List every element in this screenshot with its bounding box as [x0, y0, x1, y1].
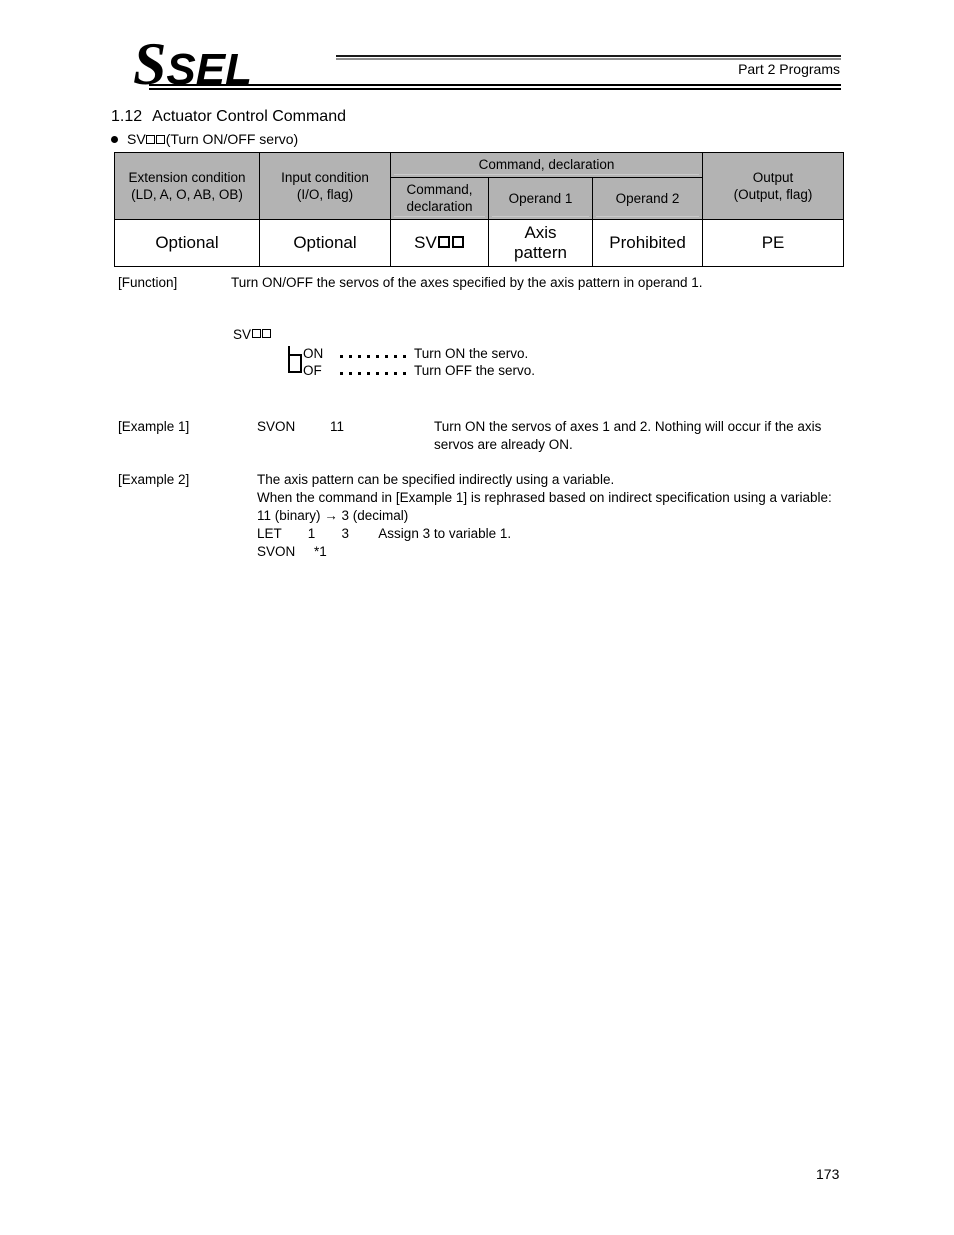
placeholder-box-icon: [451, 236, 464, 248]
header-cell-operand-2: Operand 2: [591, 177, 704, 220]
example2-line-3: 11 (binary) → 3 (decimal): [257, 508, 409, 523]
header-rule-bottom-1: [149, 84, 841, 86]
header-text-line1: Extension condition: [128, 169, 246, 185]
function-description: Turn ON/OFF the servos of the axes speci…: [231, 275, 703, 290]
tree-root-prefix: SV: [233, 327, 252, 342]
header-cell-command-declaration: Command, declaration: [390, 177, 489, 220]
table-header-row-1: Extension condition (LD, A, O, AB, OB) I…: [114, 152, 845, 220]
value-operand1-line2: pattern: [514, 243, 567, 262]
header-text-line1: Command,: [406, 182, 473, 197]
value-cell-output: PE: [702, 219, 845, 267]
tree-option-of: OF: [303, 363, 322, 378]
header-text-line2: (I/O, flag): [296, 186, 354, 202]
tree-vertical-connector: [288, 346, 290, 373]
sv-option-tree-diagram: SV ON OF Turn ON the servo. Turn OFF the…: [233, 327, 653, 389]
tree-dotted-leader-of: [340, 372, 407, 375]
header-text-line2: (Output, flag): [733, 186, 813, 202]
example2-line-2: When the command in [Example 1] is rephr…: [257, 490, 832, 505]
example1-description: Turn ON the servos of axes 1 and 2. Noth…: [434, 419, 822, 452]
command-bullet-line: SV (Turn ON/OFF servo): [111, 131, 298, 147]
header-text-line2: (LD, A, O, AB, OB): [131, 186, 243, 202]
example1-label: [Example 1]: [118, 419, 190, 434]
header-text-line1: Output: [752, 169, 794, 185]
section-number: 1.12: [111, 108, 143, 125]
example2-code-line-2: SVON *1: [257, 544, 327, 559]
placeholder-box-icon: [251, 329, 261, 338]
header-text-line1: Operand 2: [615, 190, 680, 206]
placeholder-box-icon: [437, 236, 450, 248]
header-cell-operand-1: Operand 1: [488, 177, 593, 220]
header-rule-bottom-2: [149, 88, 841, 90]
section-heading: 1.12 Actuator Control Command: [111, 108, 346, 126]
example1-argument: 11: [330, 419, 345, 434]
example2-label: [Example 2]: [118, 472, 190, 487]
tree-description-of: Turn OFF the servo.: [414, 363, 536, 378]
command-spec-table: Extension condition (LD, A, O, AB, OB) I…: [114, 152, 845, 267]
header-group-text: Command, declaration: [478, 157, 615, 172]
page-header: S SEL Part 2 Programs: [0, 0, 954, 100]
header-text-line1: Operand 1: [508, 190, 573, 206]
header-rule-top-gray: [336, 58, 841, 60]
value-cell-command-declaration: SV: [390, 219, 489, 267]
header-cell-command-declaration-group: Command, declaration: [389, 152, 704, 178]
value-cell-extension-condition: Optional: [114, 219, 260, 267]
value-cell-operand-2: Prohibited: [591, 219, 704, 267]
tree-description-on: Turn ON the servo.: [414, 346, 529, 361]
header-text-line2: declaration: [406, 199, 473, 214]
tree-branch-line-of: [288, 371, 302, 373]
example2-line-1: The axis pattern can be specified indire…: [257, 472, 615, 487]
tree-dotted-leader-on: [340, 355, 407, 358]
value-command-prefix: Optional: [293, 233, 357, 252]
example1-command: SVON: [257, 419, 296, 434]
tree-root-label: SV: [233, 327, 271, 342]
section-title-text: Actuator Control Command: [152, 108, 346, 125]
placeholder-box-icon: [156, 134, 166, 144]
placeholder-box-icon: [146, 134, 156, 144]
function-label: [Function]: [118, 275, 178, 290]
value-operand1-line1: Axis: [524, 223, 557, 242]
value-command-prefix: SV: [414, 233, 437, 252]
header-text-line1: Input condition: [281, 169, 369, 185]
header-cell-output: Output (Output, flag): [702, 152, 845, 220]
bullet-dot-icon: [111, 135, 118, 143]
header-cell-input-condition: Input condition (I/O, flag): [259, 152, 391, 220]
example2-code-line-1: LET 1 3 Assign 3 to variable 1.: [257, 526, 512, 541]
logo-text-sel: SEL: [166, 45, 252, 94]
header-rule-top-dark: [336, 55, 841, 57]
header-cell-extension-condition: Extension condition (LD, A, O, AB, OB): [114, 152, 260, 220]
value-cell-operand-1: Axis pattern: [488, 219, 593, 267]
placeholder-box-icon: [261, 329, 271, 338]
value-cell-input-condition: Optional: [259, 219, 391, 267]
bullet-command-prefix: SV: [127, 131, 146, 147]
page-number: 173: [816, 1166, 840, 1182]
table-value-row: Optional Optional SV Axis pattern Prohib…: [114, 219, 845, 267]
header-part-label: Part 2 Programs: [738, 61, 840, 77]
tree-option-on: ON: [303, 346, 324, 361]
example2-body: The axis pattern can be specified indire…: [257, 471, 857, 561]
bullet-command-suffix: (Turn ON/OFF servo): [165, 131, 299, 147]
